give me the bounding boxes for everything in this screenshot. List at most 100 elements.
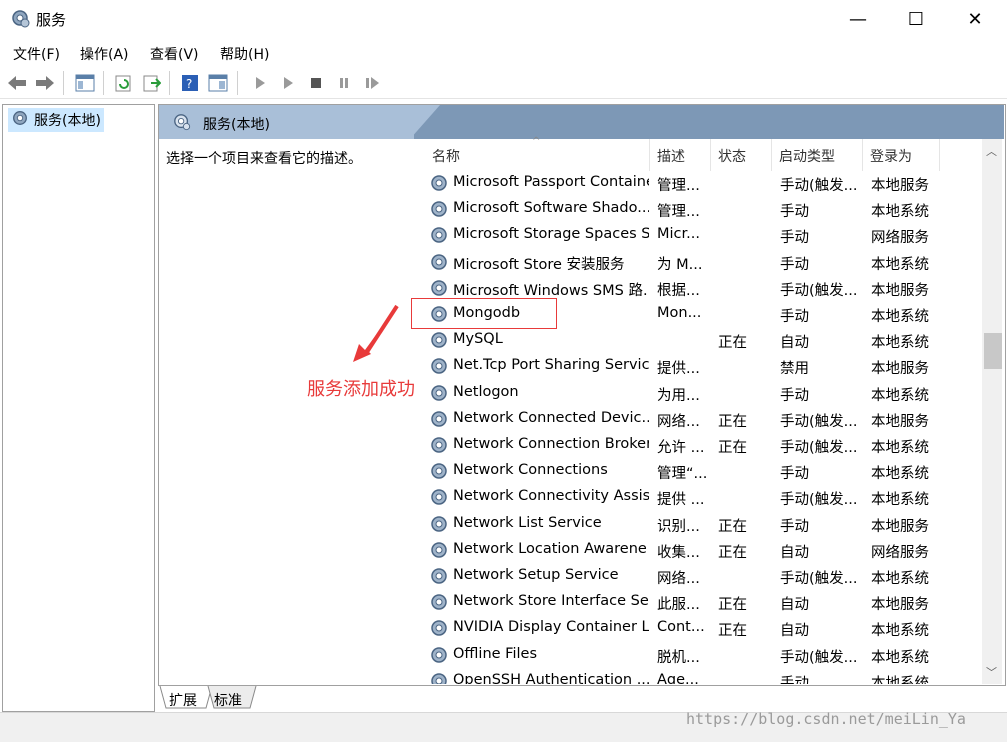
service-name: Microsoft Storage Spaces S <box>453 226 649 243</box>
service-description: 提供 ... <box>657 492 705 509</box>
service-description: 此服... <box>657 597 700 614</box>
service-description: Cont... <box>657 619 705 636</box>
service-startup-type: 手动(触发... <box>780 571 858 587</box>
service-description: 为 M... <box>657 256 703 273</box>
service-row[interactable]: Network Store Interface Se... 此服... 正在 自动 本地… <box>420 589 982 615</box>
service-description: 根据... <box>657 282 700 299</box>
service-row[interactable]: Netlogon 为用... 手动 本地系统 <box>420 380 982 406</box>
service-row[interactable]: Network Location Awarene 收集... 正在 自动 网络服务 <box>420 537 982 563</box>
service-startup-type: 手动 <box>780 256 809 273</box>
service-name: MySQL <box>453 331 503 348</box>
service-startup-type: 自动 <box>780 597 809 614</box>
service-logon-as: 本地系统 <box>871 571 929 587</box>
view-tabs <box>158 686 1004 710</box>
service-logon-as: 本地系统 <box>871 466 929 483</box>
service-logon-as: 本地系统 <box>871 675 929 684</box>
service-gear-icon <box>429 487 449 507</box>
service-name: Microsoft Windows SMS 路... <box>453 282 649 299</box>
service-name: Netlogon <box>453 383 519 400</box>
service-logon-as: 本地系统 <box>871 256 929 273</box>
annotation-arrow-icon <box>353 304 399 362</box>
service-startup-type: 自动 <box>780 335 809 352</box>
service-logon-as: 本地系统 <box>871 440 929 456</box>
service-description: 管理“... <box>657 466 708 483</box>
service-startup-type: 自动 <box>780 544 809 561</box>
service-logon-as: 本地系统 <box>871 204 929 221</box>
service-gear-icon <box>429 330 449 350</box>
service-row[interactable]: MySQL 正在 自动 本地系统 <box>420 327 982 353</box>
service-gear-icon <box>429 540 449 560</box>
tab-standard[interactable]: 标准 <box>214 690 242 710</box>
service-startup-type: 手动(触发... <box>780 413 858 430</box>
service-gear-icon <box>429 514 449 534</box>
service-row[interactable]: Network Setup Service 网络... 手动(触发... 本地系统 <box>420 563 982 589</box>
service-status: 正在 <box>718 597 747 614</box>
service-startup-type: 手动 <box>780 387 809 404</box>
service-name: Microsoft Passport Container <box>453 174 649 190</box>
tab-extended[interactable]: 扩展 <box>169 690 197 710</box>
service-startup-type: 禁用 <box>780 361 809 378</box>
service-startup-type: 手动 <box>780 230 809 247</box>
service-row[interactable]: Net.Tcp Port Sharing Service 提供... 禁用 本地服务 <box>420 353 982 379</box>
service-row[interactable]: Microsoft Passport Container 管理... 手动(触发..… <box>420 170 982 196</box>
service-name: NVIDIA Display Container LS <box>453 619 649 636</box>
service-description: Mon... <box>657 305 702 321</box>
service-name: Network Connectivity Assis... <box>453 488 649 505</box>
service-row[interactable]: NVIDIA Display Container LS Cont... 正在 自动 本地… <box>420 615 982 641</box>
service-description: 提供... <box>657 361 700 378</box>
service-row[interactable]: Microsoft Store 安装服务 为 M... 手动 本地系统 <box>420 249 982 275</box>
service-description: Micr... <box>657 226 700 243</box>
service-logon-as: 本地系统 <box>871 649 929 666</box>
scrollbar-thumb[interactable] <box>984 333 1002 369</box>
service-row[interactable]: Microsoft Software Shado... 管理... 手动 本地系统 <box>420 196 982 222</box>
service-startup-type: 手动 <box>780 675 809 684</box>
service-gear-icon <box>429 645 449 665</box>
service-row[interactable]: Microsoft Storage Spaces S Micr... 手动 网络服务 <box>420 222 982 248</box>
service-gear-icon <box>429 435 449 455</box>
service-gear-icon <box>429 199 449 219</box>
service-name: Net.Tcp Port Sharing Service <box>453 357 649 374</box>
service-logon-as: 本地系统 <box>871 335 929 352</box>
service-logon-as: 本地服务 <box>871 282 929 299</box>
service-row[interactable]: Network Connection Broker 允许 ... 正在 手动(触发..… <box>420 432 982 458</box>
service-row[interactable]: Network Connectivity Assis... 提供 ... 手动(触发… <box>420 484 982 510</box>
service-gear-icon <box>429 671 449 684</box>
scroll-up-icon[interactable]: ︿ <box>986 143 997 159</box>
service-row[interactable]: Network List Service 识别... 正在 手动 本地服务 <box>420 511 982 537</box>
service-row[interactable]: Network Connected Devic... 网络... 正在 手动(触发..… <box>420 406 982 432</box>
service-gear-icon <box>429 461 449 481</box>
service-name: Network Connections <box>453 462 608 479</box>
service-status: 正在 <box>718 335 747 352</box>
service-row[interactable]: Network Connections 管理“... 手动 本地系统 <box>420 458 982 484</box>
service-logon-as: 本地服务 <box>871 597 929 614</box>
service-startup-type: 手动(触发... <box>780 492 858 509</box>
service-list: Microsoft Passport Container 管理... 手动(触发..… <box>0 0 982 684</box>
service-logon-as: 本地系统 <box>871 387 929 404</box>
scroll-down-icon[interactable]: ﹀ <box>986 664 997 680</box>
service-description: 脱机... <box>657 649 700 666</box>
service-startup-type: 手动 <box>780 466 809 483</box>
service-gear-icon <box>429 592 449 612</box>
service-row[interactable]: Offline Files 脱机... 手动(触发... 本地系统 <box>420 642 982 668</box>
service-status: 正在 <box>718 544 747 561</box>
watermark-text: https://blog.csdn.net/meiLin_Ya <box>686 710 966 728</box>
service-name: Network List Service <box>453 514 602 531</box>
service-gear-icon <box>429 278 449 298</box>
service-logon-as: 本地系统 <box>871 309 929 325</box>
service-name: Network Connection Broker <box>453 436 649 452</box>
service-startup-type: 手动(触发... <box>780 440 858 456</box>
highlight-box <box>411 298 557 329</box>
service-gear-icon <box>429 618 449 638</box>
service-status: 正在 <box>718 518 747 535</box>
vertical-scrollbar[interactable] <box>982 139 1002 684</box>
service-row[interactable]: OpenSSH Authentication ... Age... 手动 本地系统 <box>420 668 982 684</box>
service-name: Network Location Awarene <box>453 540 647 557</box>
service-gear-icon <box>429 173 449 193</box>
service-startup-type: 自动 <box>780 623 809 640</box>
service-gear-icon <box>429 383 449 403</box>
service-status: 正在 <box>718 440 747 456</box>
service-logon-as: 本地服务 <box>871 361 929 378</box>
service-row[interactable]: Microsoft Windows SMS 路... 根据... 手动(触发... 本… <box>420 275 982 301</box>
service-name: Microsoft Store 安装服务 <box>453 256 625 273</box>
service-logon-as: 本地系统 <box>871 492 929 509</box>
